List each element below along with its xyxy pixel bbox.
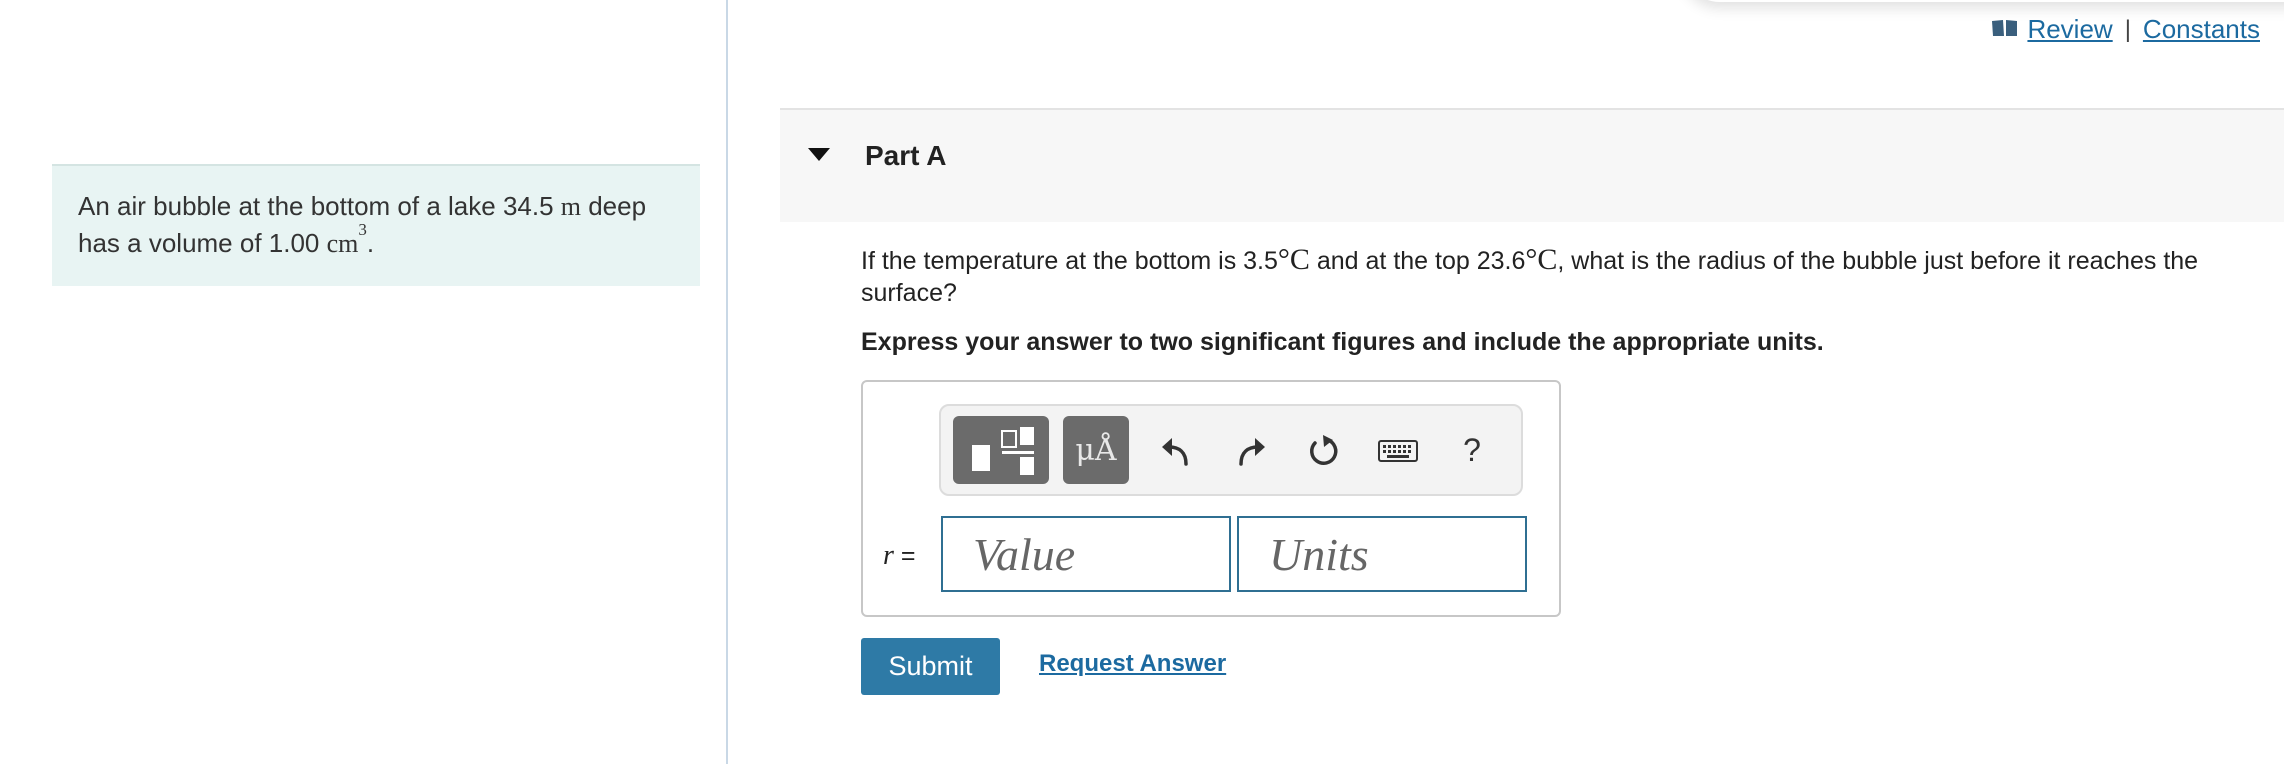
symbols-button[interactable]: μÅ <box>1063 416 1129 484</box>
templates-icon <box>972 427 1034 475</box>
review-link[interactable]: Review <box>2027 14 2112 45</box>
top-temp-unit: °C <box>1525 243 1558 276</box>
answer-instruction: Express your answer to two significant f… <box>861 328 1824 356</box>
answer-variable: r <box>883 540 894 571</box>
bottom-temp-unit: °C <box>1277 243 1310 276</box>
question-part-2: and at the top 23.6 <box>1309 247 1526 275</box>
undo-icon <box>1162 438 1188 466</box>
collapse-caret-icon[interactable] <box>808 148 830 161</box>
answer-box: μÅ ? r = Value Units <box>861 380 1561 617</box>
help-button[interactable]: ? <box>1447 420 1497 480</box>
question-part-1: If the temperature at the bottom is 3.5 <box>861 247 1278 275</box>
question-text: If the temperature at the bottom is 3.5°… <box>861 244 2271 309</box>
submit-button[interactable]: Submit <box>861 638 1000 695</box>
answer-equals: = <box>893 542 916 570</box>
volume-unit: cm <box>326 229 359 258</box>
problem-text-before: An air bubble at the bottom of a lake 34… <box>78 191 561 221</box>
part-title: Part A <box>865 140 947 171</box>
column-divider <box>726 0 728 764</box>
redo-icon <box>1239 438 1265 466</box>
volume-exponent: 3 <box>358 220 367 239</box>
top-panel-shadow <box>1680 0 2284 2</box>
book-icon <box>1991 14 2019 45</box>
reset-icon <box>1310 435 1338 465</box>
request-answer-link[interactable]: Request Answer <box>1039 650 1226 678</box>
math-toolbar: μÅ ? <box>939 404 1523 496</box>
templates-button[interactable] <box>953 416 1049 484</box>
keyboard-icon <box>1378 440 1418 462</box>
reset-button[interactable] <box>1299 424 1349 478</box>
link-separator: | <box>2124 15 2131 43</box>
value-input[interactable] <box>941 516 1231 592</box>
answer-variable-label: r = <box>883 540 915 572</box>
keyboard-button[interactable] <box>1373 424 1423 478</box>
redo-button[interactable] <box>1226 424 1276 478</box>
depth-unit: m <box>560 192 581 221</box>
undo-button[interactable] <box>1151 424 1201 478</box>
units-input[interactable] <box>1237 516 1527 592</box>
resource-links: Review | Constants <box>1991 14 2260 45</box>
problem-text-end: . <box>366 228 375 258</box>
part-header[interactable]: Part A <box>780 108 2284 222</box>
problem-statement: An air bubble at the bottom of a lake 34… <box>52 164 700 286</box>
constants-link[interactable]: Constants <box>2143 14 2260 45</box>
